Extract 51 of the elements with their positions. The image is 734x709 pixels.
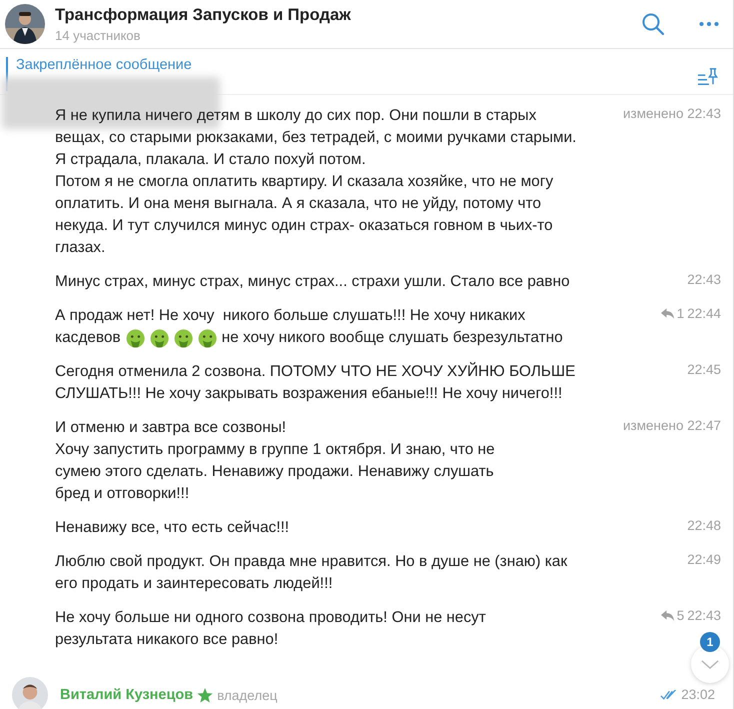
unread-badge: 1 <box>700 632 720 652</box>
message-text: Люблю свой продукт. Он правда мне нравится. Но в душе не (знаю) как <box>55 552 568 572</box>
message-text: касдевов <box>55 328 121 348</box>
message-time: 22:48 <box>687 517 721 535</box>
message-text: некуда. И тут случился минус один страх- оказаться говном в чьих-то <box>55 216 554 236</box>
message-text: бред и отговорки!!! <box>55 484 190 504</box>
message-text: Не хочу больше ни одного созвона проводить! Они не несут <box>55 608 487 628</box>
pin-list-icon[interactable] <box>697 67 719 87</box>
message-text: Потом я не смогла оплатить квартиру. И сказала хозяйке, что не могу <box>55 172 554 192</box>
member-count: 14 участников <box>55 28 142 42</box>
pinned-title: Закреплённое сообщение <box>16 57 193 73</box>
message-time: 23:02 <box>681 686 715 704</box>
message-time: 22:43 <box>687 271 721 289</box>
message-text: И отменю и завтра все созвоны! <box>55 418 288 438</box>
message-text: не хочу никого вообще слушать безрезультатно <box>222 328 563 348</box>
chevron-down-icon <box>701 660 719 668</box>
scroll-down-button[interactable] <box>691 645 729 683</box>
sick-face-icon <box>150 328 169 348</box>
message-text: глазах. <box>55 238 106 258</box>
sick-face-icon <box>174 328 193 348</box>
author-name[interactable]: Виталий Кузнецов <box>60 687 194 703</box>
message-text: сумею этого сделать. Ненавижу продажи. Ненавижу слушать <box>55 462 495 482</box>
sick-face-icon <box>126 328 145 348</box>
message-text: Ненавижу все, что есть сейчас!!! <box>55 518 290 538</box>
message-text: Сегодня отменила 2 созвона. ПОТОМУ ЧТО НЕ ХОЧУ ХУЙНЮ БОЛЬШЕ <box>55 361 576 382</box>
role-label: владелец <box>217 688 278 702</box>
reply-icon <box>660 610 674 621</box>
sick-face-icon <box>198 328 217 348</box>
message-text: Я страдала, плакала. И стало похуй потом. <box>55 150 367 170</box>
chat-title: Трансформация Запусков и Продаж <box>55 6 352 24</box>
message-text: его продать и заинтересовать людей!!! <box>55 574 334 594</box>
more-icon[interactable] <box>699 21 719 27</box>
star-icon <box>197 688 214 702</box>
reply-icon <box>660 308 674 319</box>
message-text: оплатить. И она меня выгнала. А я сказала, что не уйду, потому что <box>55 194 542 214</box>
message-time: 22:45 <box>687 361 721 379</box>
message-text: А продаж нет! Не хочу никого больше слушать!!! Не хочу никаких <box>55 306 526 326</box>
message-time: изменено 22:43 <box>623 105 721 123</box>
reply-count: 1 <box>676 305 684 323</box>
search-icon[interactable] <box>641 12 665 36</box>
message-time: 22:49 <box>687 551 721 569</box>
message-time: 22:44 <box>687 305 721 323</box>
message-text: вещах, со старыми рюкзаками, без тетрадей, с моими ручками старыми. <box>55 128 578 148</box>
message-time: 22:43 <box>687 607 721 625</box>
message-time: изменено 22:47 <box>623 417 721 435</box>
message-text: результата никакого все равно! <box>55 630 280 650</box>
message-text: Минус страх, минус страх, минус страх... страхи ушли. Стало все равно <box>55 272 571 292</box>
message-text: Я не купила ничего детям в школу до сих пор. Они пошли в старых <box>55 106 538 126</box>
message-text: СЛУШАТЬ!!! Не хочу закрывать возражения ебаные!!! Не хочу ничего!!! <box>55 384 564 404</box>
message-text: Хочу запустить программу в группе 1 октября. И знаю, что не <box>55 440 496 460</box>
reply-count: 5 <box>676 607 684 625</box>
